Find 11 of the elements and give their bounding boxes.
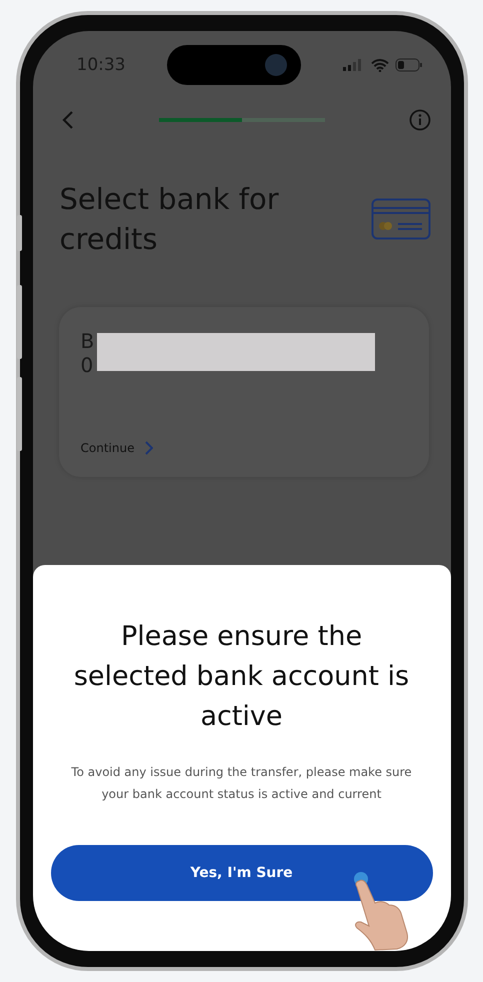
page-title: Select bank for credits [60,181,280,258]
credit-card-icon [370,198,430,240]
dialog-title: Please ensure the selected bank account is active [72,620,410,734]
dialog-message: To avoid any issue during the transfer, please make sure your bank account status is active and current [70,764,413,803]
continue-link[interactable]: Continue [80,441,406,455]
battery-icon [394,58,422,72]
account-number: 0 [80,353,94,377]
confirm-button[interactable]: Yes, I'm Sure [50,845,432,901]
chevron-right-icon [144,441,154,455]
chevron-left-icon [60,110,74,130]
wifi-icon [370,58,388,72]
